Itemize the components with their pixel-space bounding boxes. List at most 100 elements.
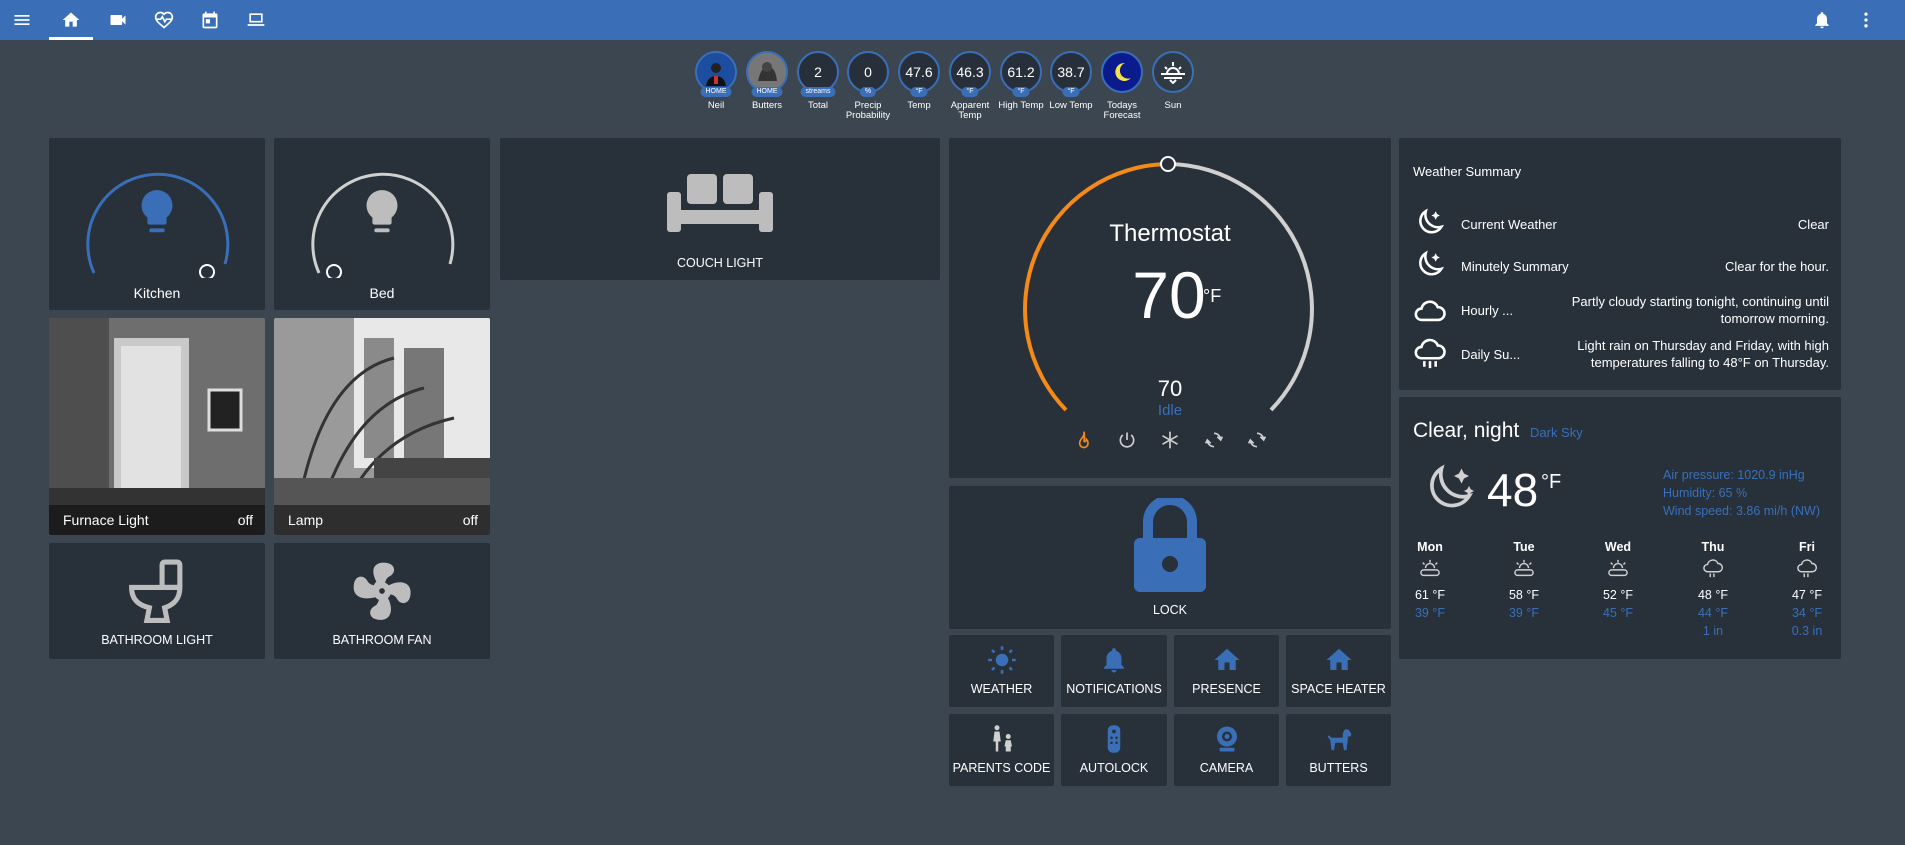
menu-icon[interactable] bbox=[0, 0, 44, 40]
partly-cloudy-icon bbox=[1514, 559, 1534, 577]
badge-unit: °F bbox=[1062, 87, 1080, 97]
badge-butters[interactable]: HOME Butters bbox=[743, 51, 791, 111]
summary-row[interactable]: Daily Su... Light rain on Thursday and F… bbox=[1413, 336, 1829, 372]
lock-card[interactable]: LOCK bbox=[949, 486, 1391, 629]
moon-icon bbox=[1115, 62, 1131, 81]
badge-total[interactable]: 2 streams Total bbox=[794, 51, 842, 111]
summary-row[interactable]: Minutely Summary Clear for the hour. bbox=[1413, 248, 1829, 284]
partly-cloudy-icon bbox=[1608, 559, 1628, 577]
row-value: Clear bbox=[1797, 216, 1829, 232]
badge-value: 47.6 bbox=[905, 64, 933, 80]
night-icon bbox=[1419, 250, 1445, 276]
partly-cloudy-icon bbox=[1420, 559, 1440, 577]
top-app-bar bbox=[0, 0, 1905, 40]
day-low: 39 °F bbox=[1508, 606, 1539, 620]
badge-unit: °F bbox=[910, 87, 928, 97]
badge-high-temp[interactable]: 61.2 °F High Temp bbox=[997, 51, 1045, 111]
badge-circle: 47.6 °F bbox=[898, 51, 940, 97]
bed-light-card[interactable]: Bed bbox=[274, 138, 490, 310]
lamp-picture[interactable]: Lamp off bbox=[274, 318, 490, 535]
card-title: Weather Summary bbox=[1413, 164, 1522, 179]
day-name: Thu bbox=[1701, 540, 1725, 554]
badge-circle: 38.7 °F bbox=[1050, 51, 1092, 97]
badge-value: 0 bbox=[864, 64, 872, 80]
picture-caption: Lamp off bbox=[274, 505, 490, 535]
row-name: Minutely Summary bbox=[1461, 258, 1569, 274]
butters-button[interactable]: BUTTERS bbox=[1286, 714, 1391, 786]
summary-row[interactable]: Hourly ... Partly cloudy starting tonigh… bbox=[1413, 292, 1829, 328]
badge-todays-forecast[interactable]: Todays Forecast bbox=[1098, 51, 1146, 121]
row-name: Current Weather bbox=[1461, 216, 1557, 232]
badge-value: 38.7 bbox=[1057, 64, 1085, 80]
thermostat-card[interactable]: Thermostat 70 °F 70 Idle bbox=[949, 138, 1391, 478]
bell-icon[interactable] bbox=[1800, 0, 1844, 40]
laptop-icon[interactable] bbox=[234, 0, 278, 40]
badge-unit: °F bbox=[1012, 87, 1030, 97]
bathroom-light-card[interactable]: BATHROOM LIGHT bbox=[49, 543, 265, 659]
bell-icon bbox=[1104, 648, 1124, 673]
card-label: NOTIFICATIONS bbox=[1066, 682, 1162, 696]
more-vert-icon[interactable] bbox=[1844, 0, 1888, 40]
badge-temp[interactable]: 47.6 °F Temp bbox=[895, 51, 943, 111]
entity-state: off bbox=[462, 512, 478, 528]
furnace-light-picture[interactable]: Furnace Light off bbox=[49, 318, 265, 535]
sofa-icon bbox=[667, 174, 773, 232]
calendar-icon[interactable] bbox=[188, 0, 232, 40]
parents-code-button[interactable]: PARENTS CODE bbox=[949, 714, 1054, 786]
heart-pulse-icon[interactable] bbox=[142, 0, 186, 40]
weather-summary-card: Weather Summary Current Weather Clear Mi… bbox=[1399, 138, 1841, 390]
badge-low-temp[interactable]: 38.7 °F Low Temp bbox=[1047, 51, 1095, 111]
couch-light-card[interactable]: COUCH LIGHT bbox=[500, 138, 940, 280]
entity-name: Furnace Light bbox=[63, 512, 149, 528]
slider-handle[interactable] bbox=[199, 264, 215, 278]
badge-unit: streams bbox=[800, 87, 836, 97]
video-icon[interactable] bbox=[96, 0, 140, 40]
day-high: 47 °F bbox=[1791, 588, 1822, 602]
bathroom-fan-card[interactable]: BATHROOM FAN bbox=[274, 543, 490, 659]
row-value: Light rain on Thursday and Friday, with … bbox=[1577, 338, 1829, 370]
autorenew-icon[interactable] bbox=[1204, 430, 1224, 450]
summary-row[interactable]: Current Weather Clear bbox=[1413, 206, 1829, 242]
weather-source: Dark Sky bbox=[1530, 425, 1583, 440]
presence-button[interactable]: PRESENCE bbox=[1174, 635, 1279, 707]
dog-icon bbox=[1327, 729, 1352, 751]
badge-circle bbox=[1101, 51, 1143, 93]
day-high: 48 °F bbox=[1697, 588, 1728, 602]
badge-circle: 0 % bbox=[847, 51, 889, 97]
power-icon[interactable] bbox=[1117, 430, 1137, 450]
card-label: BUTTERS bbox=[1309, 761, 1368, 775]
day-name: Tue bbox=[1513, 540, 1535, 554]
snowflake-icon[interactable] bbox=[1160, 430, 1180, 450]
fire-icon[interactable] bbox=[1073, 430, 1093, 450]
camera-button[interactable]: CAMERA bbox=[1174, 714, 1279, 786]
kitchen-light-card[interactable]: Kitchen bbox=[49, 138, 265, 310]
notifications-button[interactable]: NOTIFICATIONS bbox=[1061, 635, 1167, 707]
row-name: Hourly ... bbox=[1461, 302, 1514, 318]
human-child-icon bbox=[993, 725, 1012, 752]
picture-caption: Furnace Light off bbox=[49, 505, 265, 535]
badge-neil[interactable]: HOME Neil bbox=[692, 51, 740, 111]
badge-precip[interactable]: 0 % Precip Probability bbox=[844, 51, 892, 121]
card-label: BATHROOM LIGHT bbox=[101, 633, 213, 647]
hvac-state: Idle bbox=[1157, 402, 1183, 419]
rain-icon bbox=[1414, 338, 1446, 369]
badge-sun[interactable]: Sun bbox=[1149, 51, 1197, 111]
badge-label: High Temp bbox=[998, 100, 1044, 111]
room-photo bbox=[274, 318, 490, 535]
badge-value: 61.2 bbox=[1007, 64, 1035, 80]
setpoint-handle[interactable] bbox=[1160, 156, 1176, 172]
autolock-button[interactable]: AUTOLOCK bbox=[1061, 714, 1167, 786]
badge-apparent-temp[interactable]: 46.3 °F Apparent Temp bbox=[946, 51, 994, 121]
slider-handle[interactable] bbox=[326, 264, 342, 278]
weather-attributes: Air pressure: 1020.9 inHg Humidity: 65 %… bbox=[1663, 466, 1823, 520]
weather-condition: Clear, night bbox=[1413, 419, 1520, 442]
day-low: 44 °F bbox=[1697, 606, 1728, 620]
home-icon[interactable] bbox=[49, 0, 93, 40]
temperature-unit: °F bbox=[1541, 471, 1562, 493]
autorenew-icon[interactable] bbox=[1247, 430, 1267, 450]
row-name: Daily Su... bbox=[1461, 346, 1521, 362]
weather-button[interactable]: WEATHER bbox=[949, 635, 1054, 707]
day-low: 39 °F bbox=[1414, 606, 1445, 620]
space-heater-button[interactable]: SPACE HEATER bbox=[1286, 635, 1391, 707]
fan-icon bbox=[353, 562, 411, 620]
